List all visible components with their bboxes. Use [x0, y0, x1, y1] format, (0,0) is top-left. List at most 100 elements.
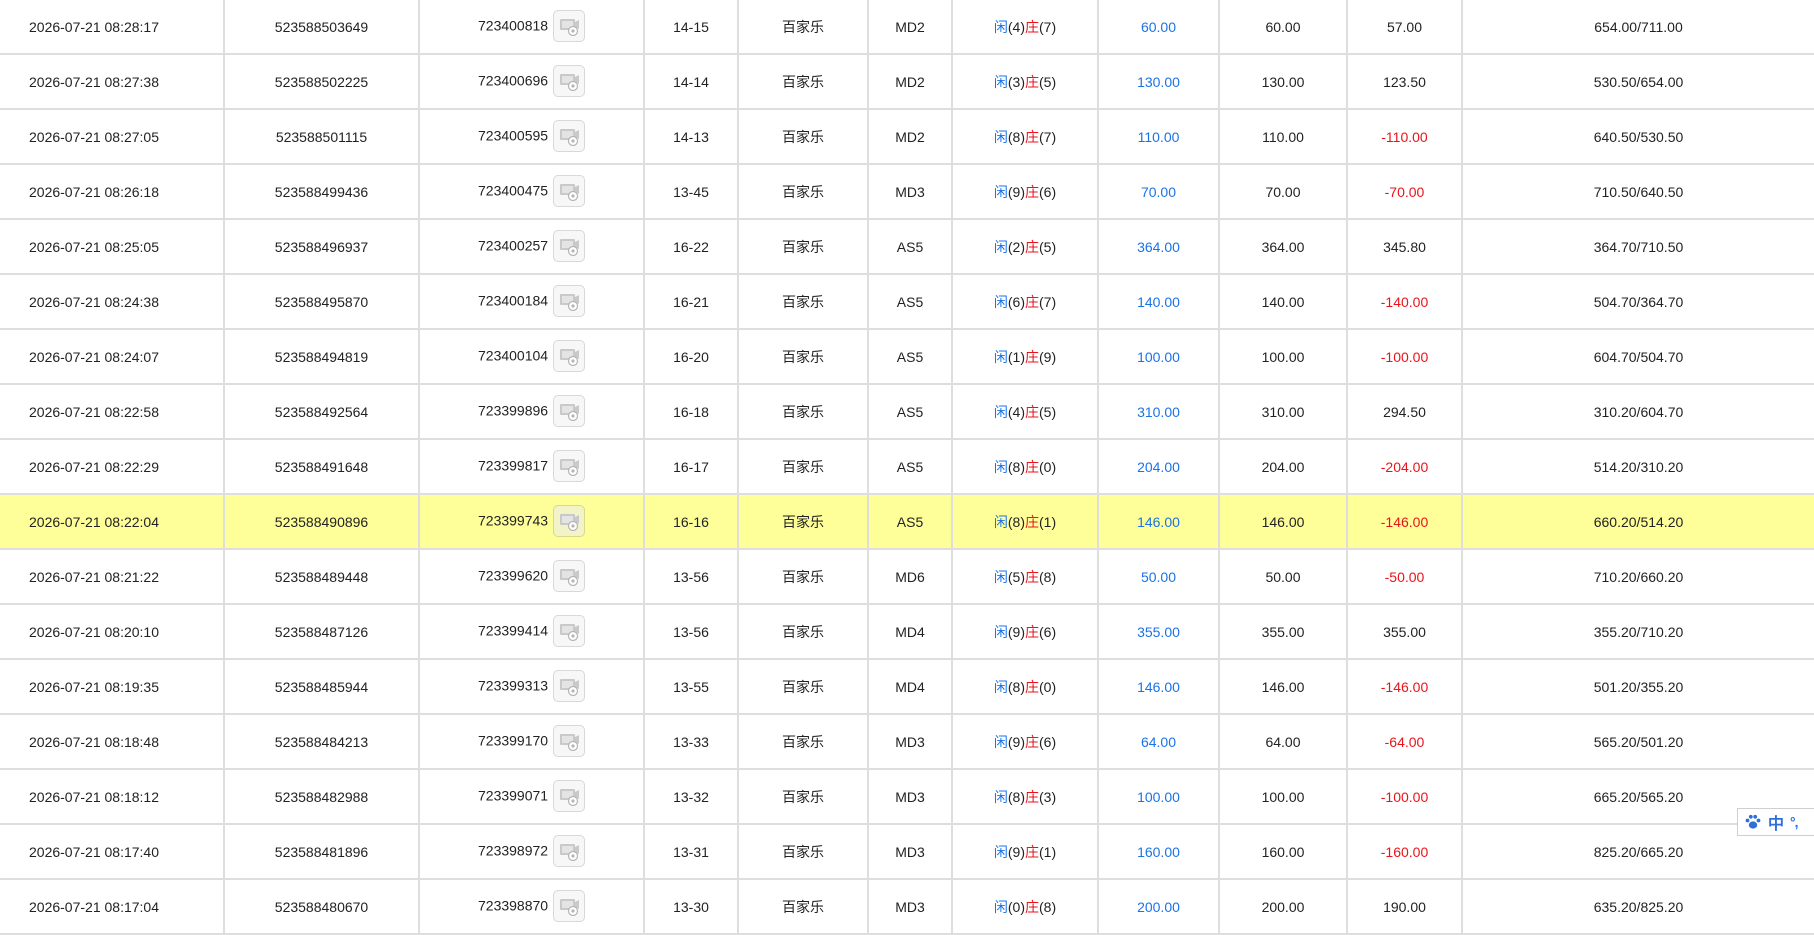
bet-amount[interactable]: 146.00 — [1137, 514, 1180, 530]
player-label: 闲 — [993, 788, 1008, 805]
bet-id-cell: 523588492564 — [224, 384, 420, 440]
video-replay-icon[interactable] — [553, 834, 586, 867]
valid-bet: 110.00 — [1262, 128, 1304, 145]
balance-cell: 565.20/501.20 — [1462, 714, 1814, 770]
balance-cell: 710.20/660.20 — [1462, 549, 1814, 605]
win-loss-cell: -110.00 — [1347, 109, 1463, 165]
bet-amount[interactable]: 70.00 — [1141, 184, 1176, 200]
table-row[interactable]: 2026-07-21 08:27:05 523588501115 7234005… — [0, 109, 1814, 165]
bet-time: 2026-07-21 08:22:29 — [29, 458, 159, 475]
table-row[interactable]: 2026-07-21 08:19:35 523588485944 7233993… — [0, 659, 1814, 715]
video-replay-icon[interactable] — [553, 614, 586, 647]
player-label: 闲 — [993, 678, 1008, 695]
bet-amount[interactable]: 146.00 — [1137, 679, 1180, 695]
bet-amount[interactable]: 310.00 — [1137, 404, 1180, 420]
table-row[interactable]: 2026-07-21 08:28:17 523588503649 7234008… — [0, 0, 1814, 55]
video-replay-icon[interactable] — [553, 504, 586, 537]
video-replay-icon[interactable] — [553, 339, 586, 372]
bet-amount[interactable]: 110.00 — [1138, 129, 1180, 145]
bet-amount[interactable]: 50.00 — [1141, 569, 1176, 585]
video-replay-icon[interactable] — [553, 64, 586, 97]
bet-time-cell: 2026-07-21 08:27:38 — [0, 54, 225, 110]
video-replay-icon[interactable] — [553, 174, 586, 207]
video-replay-icon[interactable] — [553, 669, 586, 702]
bet-amount[interactable]: 140.00 — [1137, 294, 1180, 310]
paw-icon[interactable] — [1744, 813, 1762, 831]
win-loss-cell: -140.00 — [1347, 274, 1463, 330]
valid-bet-cell: 100.00 — [1219, 769, 1348, 825]
table-row[interactable]: 2026-07-21 08:17:04 523588480670 7233988… — [0, 879, 1814, 935]
game-type-cell: 百家乐 — [738, 879, 869, 935]
player-label: 闲 — [993, 73, 1008, 90]
bet-time-cell: 2026-07-21 08:26:18 — [0, 164, 225, 220]
bet-amount[interactable]: 160.00 — [1137, 844, 1180, 860]
banker-label: 庄 — [1025, 788, 1039, 805]
banker-label: 庄 — [1025, 128, 1039, 145]
table-row[interactable]: 2026-07-21 08:24:07 523588494819 7234001… — [0, 329, 1814, 385]
round-id-cell: 723399313 — [419, 659, 645, 715]
table-row[interactable]: 2026-07-21 08:24:38 523588495870 7234001… — [0, 274, 1814, 330]
bet-amount[interactable]: 364.00 — [1137, 239, 1180, 255]
video-replay-icon[interactable] — [553, 394, 586, 427]
table-row[interactable]: 2026-07-21 08:20:10 523588487126 7233994… — [0, 604, 1814, 660]
valid-bet-cell: 60.00 — [1219, 0, 1348, 55]
video-replay-icon[interactable] — [553, 9, 586, 42]
table-row[interactable]: 2026-07-21 08:25:05 523588496937 7234002… — [0, 219, 1814, 275]
game-type: 百家乐 — [782, 898, 824, 915]
game-result-cell: 闲(8)庄(0) — [952, 439, 1099, 495]
balance-before-after: 504.70/364.70 — [1593, 293, 1684, 310]
game-result-cell: 闲(9)庄(1) — [952, 824, 1099, 880]
video-replay-icon[interactable] — [553, 449, 586, 482]
ime-punctuation[interactable]: °, — [1790, 814, 1798, 830]
bet-id: 523588502225 — [274, 73, 369, 90]
bet-amount[interactable]: 130.00 — [1137, 74, 1180, 90]
valid-bet: 310.00 — [1261, 403, 1305, 420]
table-row[interactable]: 2026-07-21 08:26:18 523588499436 7234004… — [0, 164, 1814, 220]
bet-history-table: 2026-07-21 08:28:17 523588503649 7234008… — [0, 0, 1814, 935]
table-row[interactable]: 2026-07-21 08:22:04 523588490896 7233997… — [0, 494, 1814, 550]
player-label: 闲 — [993, 458, 1008, 475]
video-replay-icon[interactable] — [553, 284, 586, 317]
video-replay-icon[interactable] — [553, 779, 586, 812]
round-id-cell: 723400696 — [419, 54, 645, 110]
banker-label: 庄 — [1025, 513, 1039, 530]
balance-cell: 514.20/310.20 — [1462, 439, 1814, 495]
bet-amount[interactable]: 64.00 — [1141, 734, 1176, 750]
table-row[interactable]: 2026-07-21 08:18:48 523588484213 7233991… — [0, 714, 1814, 770]
video-replay-icon[interactable] — [553, 559, 586, 592]
shoe-hand: 13-33 — [673, 733, 709, 750]
balance-cell: 355.20/710.20 — [1462, 604, 1814, 660]
video-replay-icon[interactable] — [553, 119, 586, 152]
bet-id-cell: 523588482988 — [224, 769, 420, 825]
bet-amount[interactable]: 60.00 — [1141, 19, 1176, 35]
round-id-cell: 723399071 — [419, 769, 645, 825]
bet-amount[interactable]: 100.00 — [1137, 349, 1180, 365]
player-label: 闲 — [993, 238, 1008, 255]
bet-time: 2026-07-21 08:21:22 — [29, 568, 159, 585]
round-id-cell: 723399414 — [419, 604, 645, 660]
shoe-hand: 16-21 — [673, 293, 709, 310]
banker-points: 6 — [1043, 733, 1052, 750]
shoe-hand: 13-56 — [673, 623, 709, 640]
bet-id-cell: 523588499436 — [224, 164, 420, 220]
table-row[interactable]: 2026-07-21 08:27:38 523588502225 7234006… — [0, 54, 1814, 110]
bet-amount[interactable]: 200.00 — [1137, 899, 1180, 915]
table-row[interactable]: 2026-07-21 08:17:40 523588481896 7233989… — [0, 824, 1814, 880]
table-row[interactable]: 2026-07-21 08:22:29 523588491648 7233998… — [0, 439, 1814, 495]
valid-bet-cell: 140.00 — [1219, 274, 1348, 330]
player-label: 闲 — [993, 733, 1008, 750]
video-replay-icon[interactable] — [553, 724, 586, 757]
video-replay-icon[interactable] — [553, 889, 586, 922]
video-replay-icon[interactable] — [553, 229, 586, 262]
bet-amount[interactable]: 355.00 — [1137, 624, 1180, 640]
bet-amount-cell: 50.00 — [1098, 549, 1220, 605]
banker-label: 庄 — [1025, 458, 1039, 475]
bet-amount[interactable]: 100.00 — [1137, 789, 1180, 805]
bet-amount[interactable]: 204.00 — [1137, 459, 1180, 475]
shoe-hand: 16-20 — [673, 348, 709, 365]
table-row[interactable]: 2026-07-21 08:21:22 523588489448 7233996… — [0, 549, 1814, 605]
table-row[interactable]: 2026-07-21 08:22:58 523588492564 7233998… — [0, 384, 1814, 440]
ime-language[interactable]: 中 — [1768, 810, 1784, 834]
table-row[interactable]: 2026-07-21 08:18:12 523588482988 7233990… — [0, 769, 1814, 825]
ime-toolbar[interactable]: 中 °, — [1737, 808, 1814, 836]
